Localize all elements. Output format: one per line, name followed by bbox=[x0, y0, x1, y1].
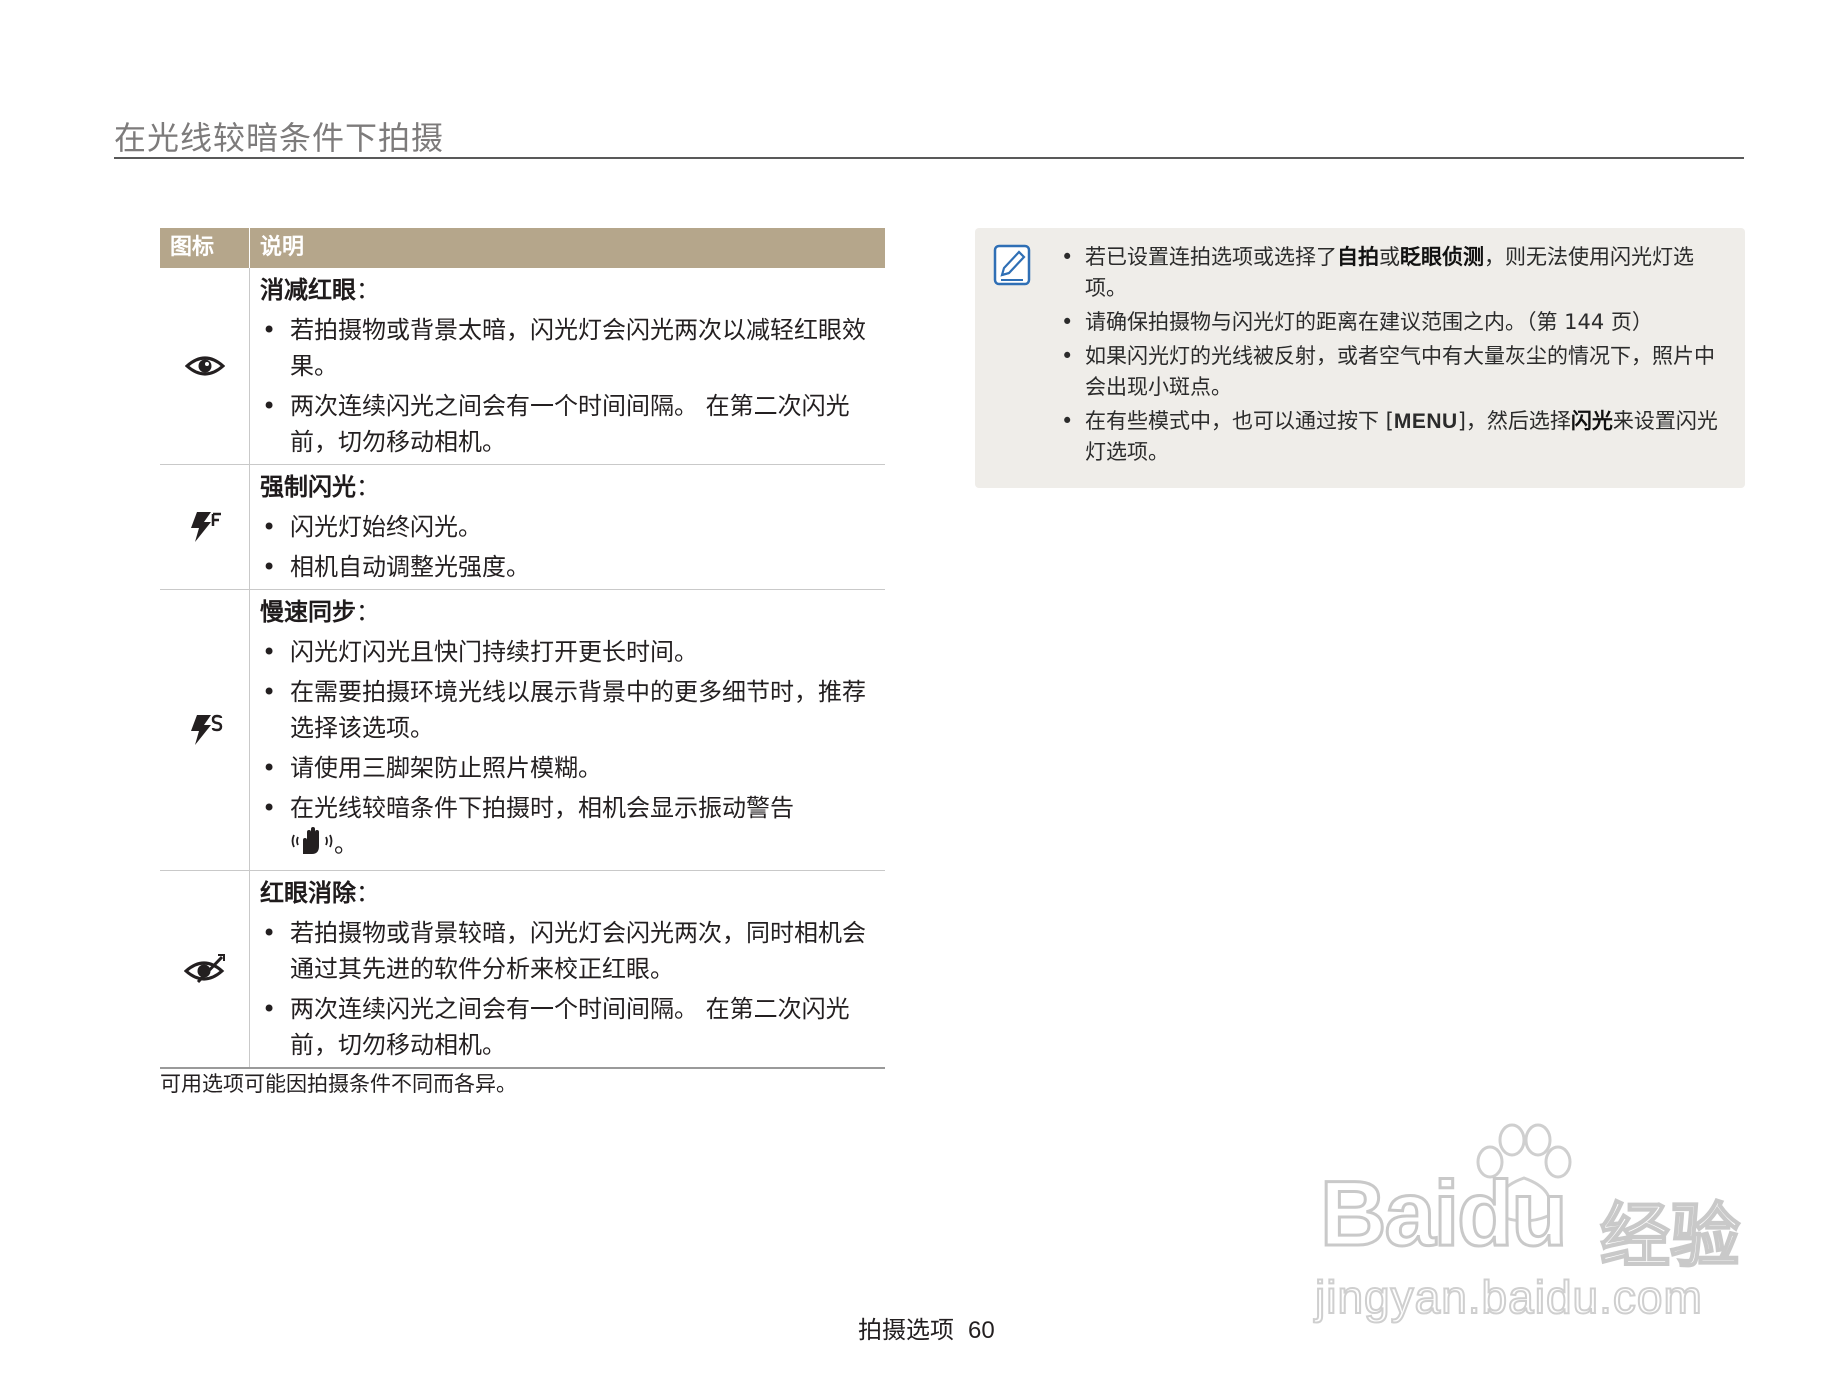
note-item: • 若已设置连拍选项或选择了自拍或眨眼侦测，则无法使用闪光灯选项。 bbox=[1061, 245, 1694, 300]
list-item: • 若拍摄物或背景太暗，闪光灯会闪光两次以减轻红眼效果。 bbox=[262, 316, 866, 380]
header-icon-column: 图标 bbox=[160, 228, 250, 268]
list-item: • 若拍摄物或背景较暗，闪光灯会闪光两次，同时相机会通过其先进的软件分析来校正红眼… bbox=[262, 919, 866, 983]
list-item: • 两次连续闪光之间会有一个时间间隔。 在第二次闪光前，切勿移动相机。 bbox=[262, 995, 850, 1059]
menu-key-label: MENU bbox=[1393, 410, 1458, 433]
list-item: • 闪光灯始终闪光。 bbox=[262, 513, 482, 541]
list-item: • 请使用三脚架防止照片模糊。 bbox=[262, 754, 602, 782]
red-eye-reduction-icon bbox=[160, 268, 250, 464]
list-item: • 闪光灯闪光且快门持续打开更长时间。 bbox=[262, 638, 698, 666]
list-item: • 两次连续闪光之间会有一个时间间隔。 在第二次闪光前，切勿移动相机。 bbox=[262, 392, 850, 456]
list-item: • 在光线较暗条件下拍摄时，相机会显示振动警告 。 bbox=[260, 790, 885, 866]
watermark-url: jingyan.baidu.com bbox=[1314, 1270, 1703, 1324]
option-title: 消减红眼： bbox=[260, 276, 380, 304]
page-title: 在光线较暗条件下拍摄 bbox=[114, 119, 445, 157]
shake-warning-icon bbox=[290, 826, 334, 866]
fill-in-flash-icon bbox=[160, 465, 250, 589]
watermark-cn: 经验 bbox=[1599, 1194, 1741, 1278]
red-eye-fix-icon bbox=[160, 871, 250, 1067]
table-row: 慢速同步： • 闪光灯闪光且快门持续打开更长时间。 • 在需要拍摄环境光线以展示背景… bbox=[160, 590, 885, 871]
footnote: 可用选项可能因拍摄条件不同而各异。 bbox=[160, 1072, 517, 1096]
table-header: 图标 说明 bbox=[160, 228, 885, 268]
table-row: 消减红眼： • 若拍摄物或背景太暗，闪光灯会闪光两次以减轻红眼效果。 • 两次连续闪… bbox=[160, 268, 885, 465]
note-item: • 在有些模式中，也可以通过按下 [MENU]，然后选择闪光来设置闪光灯选项。 bbox=[1061, 409, 1718, 464]
note-box: • 若已设置连拍选项或选择了自拍或眨眼侦测，则无法使用闪光灯选项。 • 请确保拍… bbox=[975, 228, 1745, 488]
option-title: 慢速同步： bbox=[260, 598, 380, 626]
page-footer: 拍摄选项 60 bbox=[858, 1310, 995, 1345]
option-title: 强制闪光： bbox=[260, 473, 380, 501]
note-item: • 请确保拍摄物与闪光灯的距离在建议范围之内。（第 144 页） bbox=[1061, 310, 1653, 334]
table-row: 强制闪光： • 闪光灯始终闪光。 • 相机自动调整光强度。 bbox=[160, 465, 885, 590]
list-item: • 在需要拍摄环境光线以展示背景中的更多细节时，推荐选择该选项。 bbox=[262, 678, 866, 742]
flash-options-table: 图标 说明 消减红眼： • 若拍摄物或背景太暗，闪光灯会闪光两次以减轻红眼效果。 … bbox=[160, 228, 885, 1069]
baidu-watermark: Baidu 经验 jingyan.baidu.com bbox=[1310, 1120, 1750, 1330]
page-number: 60 bbox=[968, 1317, 995, 1344]
section-name: 拍摄选项 bbox=[858, 1316, 954, 1344]
note-pencil-icon bbox=[993, 244, 1031, 286]
title-divider bbox=[114, 157, 1744, 159]
header-description-column: 说明 bbox=[260, 235, 305, 260]
watermark-brand: Baidu bbox=[1319, 1162, 1570, 1267]
option-title: 红眼消除： bbox=[260, 879, 380, 907]
table-row: 红眼消除： • 若拍摄物或背景较暗，闪光灯会闪光两次，同时相机会通过其先进的软件分… bbox=[160, 871, 885, 1069]
list-item: • 相机自动调整光强度。 bbox=[262, 553, 530, 581]
note-item: • 如果闪光灯的光线被反射，或者空气中有大量灰尘的情况下，照片中会出现小斑点。 bbox=[1061, 344, 1715, 399]
slow-sync-icon bbox=[160, 590, 250, 870]
